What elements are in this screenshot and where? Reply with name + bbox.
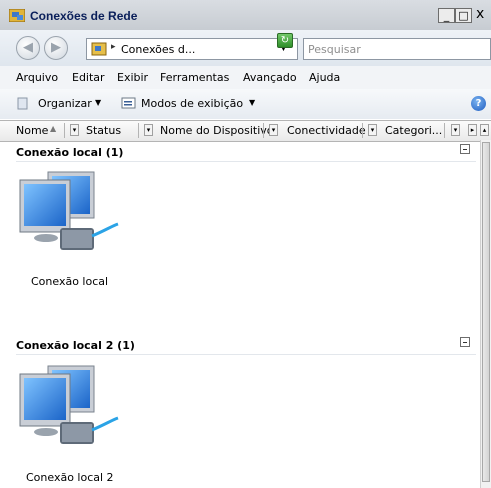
network-connection-item[interactable]: Conexão local 2 (26, 471, 114, 484)
menu-arquivo[interactable]: Arquivo (16, 71, 58, 84)
group-divider (16, 161, 476, 162)
scroll-up-button[interactable]: ▴ (480, 124, 489, 136)
network-folder-icon (9, 9, 25, 22)
menu-editar[interactable]: Editar (72, 71, 105, 84)
network-folder-icon (91, 42, 107, 56)
menu-ajuda[interactable]: Ajuda (309, 71, 340, 84)
group-divider (16, 354, 476, 355)
chevron-down-icon: ▼ (249, 98, 256, 107)
group-title[interactable]: Conexão local (1) (16, 146, 123, 159)
column-connectivity[interactable]: Conectividade (287, 124, 366, 137)
search-input[interactable]: Pesquisar (303, 38, 491, 60)
column-divider (263, 123, 264, 138)
group-collapse-button[interactable] (460, 144, 470, 154)
address-separator[interactable]: ▸ (111, 42, 116, 52)
menu-ferramentas[interactable]: Ferramentas (160, 71, 229, 84)
search-placeholder: Pesquisar (308, 43, 361, 56)
scroll-thumb[interactable] (482, 142, 490, 482)
column-divider (362, 123, 363, 138)
group-collapse-button[interactable] (460, 337, 470, 347)
organize-button[interactable]: Organizar ▼ (16, 95, 136, 113)
window-title: Conexões de Rede (30, 9, 138, 23)
minimize-button[interactable]: _ (438, 8, 455, 23)
organize-icon (17, 97, 28, 110)
chevron-down-icon: ▼ (95, 98, 102, 107)
forward-arrow-icon: ▶ (51, 40, 61, 55)
column-filter-button[interactable]: ▾ (70, 124, 79, 136)
network-adapter-icon[interactable] (14, 166, 120, 262)
back-button[interactable]: ◀ (16, 36, 40, 60)
scroll-right-button[interactable]: ▸ (468, 124, 477, 136)
sort-up-icon[interactable]: ▲ (50, 124, 56, 133)
column-filter-button[interactable]: ▾ (368, 124, 377, 136)
command-toolbar: Organizar ▼ Modos de exibição ▼ ? (0, 89, 491, 119)
menu-avancado[interactable]: Avançado (243, 71, 297, 84)
column-filter-button[interactable]: ▾ (144, 124, 153, 136)
column-header: Nome ▲ ▾ Status ▾ Nome do Dispositivo ▾ … (0, 120, 491, 142)
back-arrow-icon: ◀ (23, 40, 33, 55)
column-filter-button[interactable]: ▾ (269, 124, 278, 136)
views-icon (121, 97, 136, 109)
menu-bar: Arquivo Editar Exibir Ferramentas Avança… (0, 66, 491, 90)
column-divider (138, 123, 139, 138)
column-device-name[interactable]: Nome do Dispositivo (160, 124, 274, 137)
menu-exibir[interactable]: Exibir (117, 71, 148, 84)
close-button[interactable]: x (476, 6, 484, 22)
title-bar: Conexões de Rede _ □ x (0, 0, 491, 31)
refresh-button[interactable]: ↻ (277, 33, 293, 48)
refresh-icon: ↻ (280, 35, 290, 46)
organize-label: Organizar (38, 97, 92, 110)
column-nome[interactable]: Nome (16, 124, 48, 137)
column-filter-button[interactable]: ▾ (451, 124, 460, 136)
help-icon[interactable]: ? (471, 96, 486, 111)
forward-button[interactable]: ▶ (44, 36, 68, 60)
column-divider (64, 123, 65, 138)
address-text[interactable]: Conexões d... (121, 43, 195, 56)
group-title[interactable]: Conexão local 2 (1) (16, 339, 135, 352)
network-adapter-icon[interactable] (14, 360, 120, 456)
views-label: Modos de exibição (141, 97, 244, 110)
network-connection-item[interactable]: Conexão local (31, 275, 108, 288)
column-category[interactable]: Categori... (385, 124, 442, 137)
column-divider (444, 123, 445, 138)
vertical-scrollbar[interactable] (480, 140, 491, 488)
address-bar[interactable]: ▸ Conexões d... ▼ (86, 38, 298, 60)
navigation-bar: ◀ ▶ ▸ Conexões d... ▼ ↻ Pesquisar (0, 30, 491, 66)
maximize-button[interactable]: □ (455, 8, 472, 23)
column-status[interactable]: Status (86, 124, 121, 137)
views-button[interactable]: Modos de exibição ▼ (121, 95, 261, 113)
